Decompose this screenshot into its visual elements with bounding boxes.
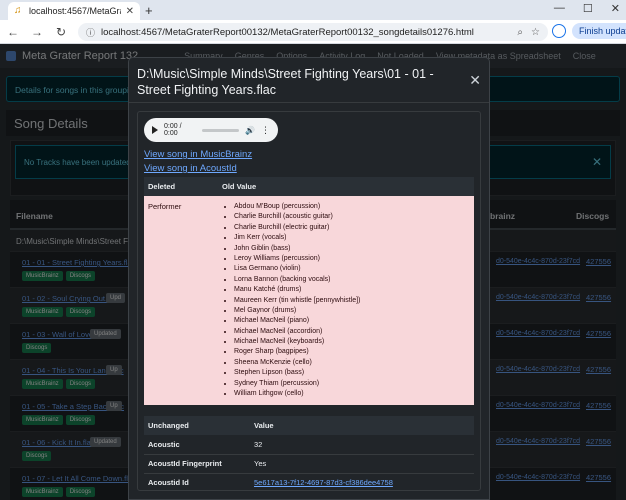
- song-details-modal: D:\Music\Simple Minds\Street Fighting Ye…: [128, 57, 490, 500]
- value-header: Value: [250, 416, 474, 436]
- window-controls: — ☐ ✕: [554, 2, 620, 15]
- close-window-icon[interactable]: ✕: [611, 2, 620, 15]
- deleted-header: Deleted: [144, 177, 218, 196]
- deleted-table: Deleted Old Value Performer Abdou M'Boup…: [144, 177, 474, 406]
- modal-header: D:\Music\Simple Minds\Street Fighting Ye…: [129, 58, 489, 103]
- performer-item: Sydney Thiam (percussion): [234, 379, 470, 389]
- unchanged-value: 5e617a13-7f12-4697-87d3-cf386dee4758: [250, 473, 474, 490]
- performer-item: Jim Kerr (vocals): [234, 233, 470, 243]
- unchanged-key: Acoustic: [144, 435, 250, 455]
- music-note-icon: ♫: [14, 5, 22, 16]
- acoustid-value-link[interactable]: 5e617a13-7f12-4697-87d3-cf386dee4758: [254, 478, 393, 487]
- forward-icon[interactable]: →: [30, 25, 44, 39]
- performer-item: Abdou M'Boup (percussion): [234, 202, 470, 212]
- tab-title: localhost:4567/MetaGraterRep: [29, 6, 121, 16]
- browser-tab[interactable]: ♫ localhost:4567/MetaGraterRep ✕: [8, 2, 140, 20]
- close-modal-icon[interactable]: ✕: [469, 72, 481, 89]
- deleted-field: Performer: [144, 196, 218, 406]
- performer-item: Mel Gaynor (drums): [234, 306, 470, 316]
- unchanged-key: Acoustid Id: [144, 473, 250, 490]
- song-card: 0:00 / 0:00 🔊 ⋮ View song in MusicBrainz…: [137, 111, 481, 491]
- performer-item: Maureen Kerr (tin whistle [pennywhistle]…: [234, 296, 470, 306]
- performer-item: Charlie Burchill (acoustic guitar): [234, 212, 470, 222]
- volume-icon[interactable]: 🔊: [245, 126, 255, 135]
- performer-item: Stephen Lipson (bass): [234, 368, 470, 378]
- reload-icon[interactable]: ↻: [54, 25, 68, 39]
- old-value-cell: Abdou M'Boup (percussion)Charlie Burchil…: [218, 196, 474, 406]
- url-text[interactable]: localhost:4567/MetaGraterReport00132/Met…: [101, 27, 511, 38]
- modal-title: D:\Music\Simple Minds\Street Fighting Ye…: [137, 67, 434, 97]
- acoustid-link[interactable]: View song in AcoustId: [144, 163, 474, 174]
- address-bar[interactable]: ⓘ localhost:4567/MetaGraterReport00132/M…: [78, 23, 548, 41]
- minimize-icon[interactable]: —: [554, 2, 565, 15]
- play-icon[interactable]: [152, 126, 158, 134]
- old-value-header: Old Value: [218, 177, 474, 196]
- modal-body: 0:00 / 0:00 🔊 ⋮ View song in MusicBrainz…: [129, 103, 489, 499]
- unchanged-header: Unchanged: [144, 416, 250, 436]
- performer-item: Manu Katché (drums): [234, 285, 470, 295]
- zoom-icon[interactable]: ⌕: [517, 27, 523, 38]
- profile-icon[interactable]: [552, 24, 566, 38]
- unchanged-key: AcoustId Fingerprint: [144, 454, 250, 474]
- new-tab-icon[interactable]: +: [145, 3, 153, 18]
- unchanged-row: AcoustId Fingerprint Yes: [144, 454, 474, 474]
- unchanged-row: Acoustid Id 5e617a13-7f12-4697-87d3-cf386…: [144, 473, 474, 490]
- performer-item: Michael MacNeil (accordion): [234, 327, 470, 337]
- performer-item: Michael MacNeil (piano): [234, 316, 470, 326]
- performer-item: William Lithgow (cello): [234, 389, 470, 399]
- performer-item: Lorna Bannon (backing vocals): [234, 275, 470, 285]
- audio-options-icon[interactable]: ⋮: [261, 125, 270, 136]
- musicbrainz-link[interactable]: View song in MusicBrainz: [144, 149, 474, 160]
- performer-item: John Giblin (bass): [234, 244, 470, 254]
- deleted-row: Performer Abdou M'Boup (percussion)Charl…: [144, 196, 474, 406]
- maximize-icon[interactable]: ☐: [583, 2, 593, 15]
- audio-time: 0:00 / 0:00: [164, 123, 182, 137]
- unchanged-table: Unchanged Value Acoustic 32 AcoustId Finge…: [144, 416, 474, 490]
- performer-item: Roger Sharp (bagpipes): [234, 347, 470, 357]
- back-icon[interactable]: ←: [6, 25, 20, 39]
- performer-item: Michael MacNeil (keyboards): [234, 337, 470, 347]
- audio-player: 0:00 / 0:00 🔊 ⋮: [144, 118, 278, 142]
- performer-item: Lisa Germano (violin): [234, 264, 470, 274]
- browser-toolbar: ← → ↻ ⓘ localhost:4567/MetaGraterReport0…: [0, 20, 626, 44]
- performer-list: Abdou M'Boup (percussion)Charlie Burchil…: [222, 202, 470, 399]
- unchanged-value: Yes: [250, 454, 474, 474]
- performer-item: Leroy Williams (percussion): [234, 254, 470, 264]
- performer-item: Charlie Burchill (electric guitar): [234, 223, 470, 233]
- performer-item: Sheena McKenzie (cello): [234, 358, 470, 368]
- finish-update-button[interactable]: Finish update: [572, 23, 626, 39]
- browser-tabbar: ♫ localhost:4567/MetaGraterRep ✕ + — ☐ ✕: [0, 0, 626, 20]
- audio-seek-bar[interactable]: [202, 128, 240, 132]
- unchanged-value: 32: [250, 435, 474, 455]
- site-info-icon[interactable]: ⓘ: [86, 26, 95, 39]
- unchanged-body: Acoustic 32 AcoustId Fingerprint Yes Acousti…: [144, 435, 474, 490]
- close-tab-icon[interactable]: ✕: [126, 6, 134, 17]
- unchanged-row: Acoustic 32: [144, 435, 474, 455]
- bookmark-star-icon[interactable]: ☆: [531, 27, 540, 38]
